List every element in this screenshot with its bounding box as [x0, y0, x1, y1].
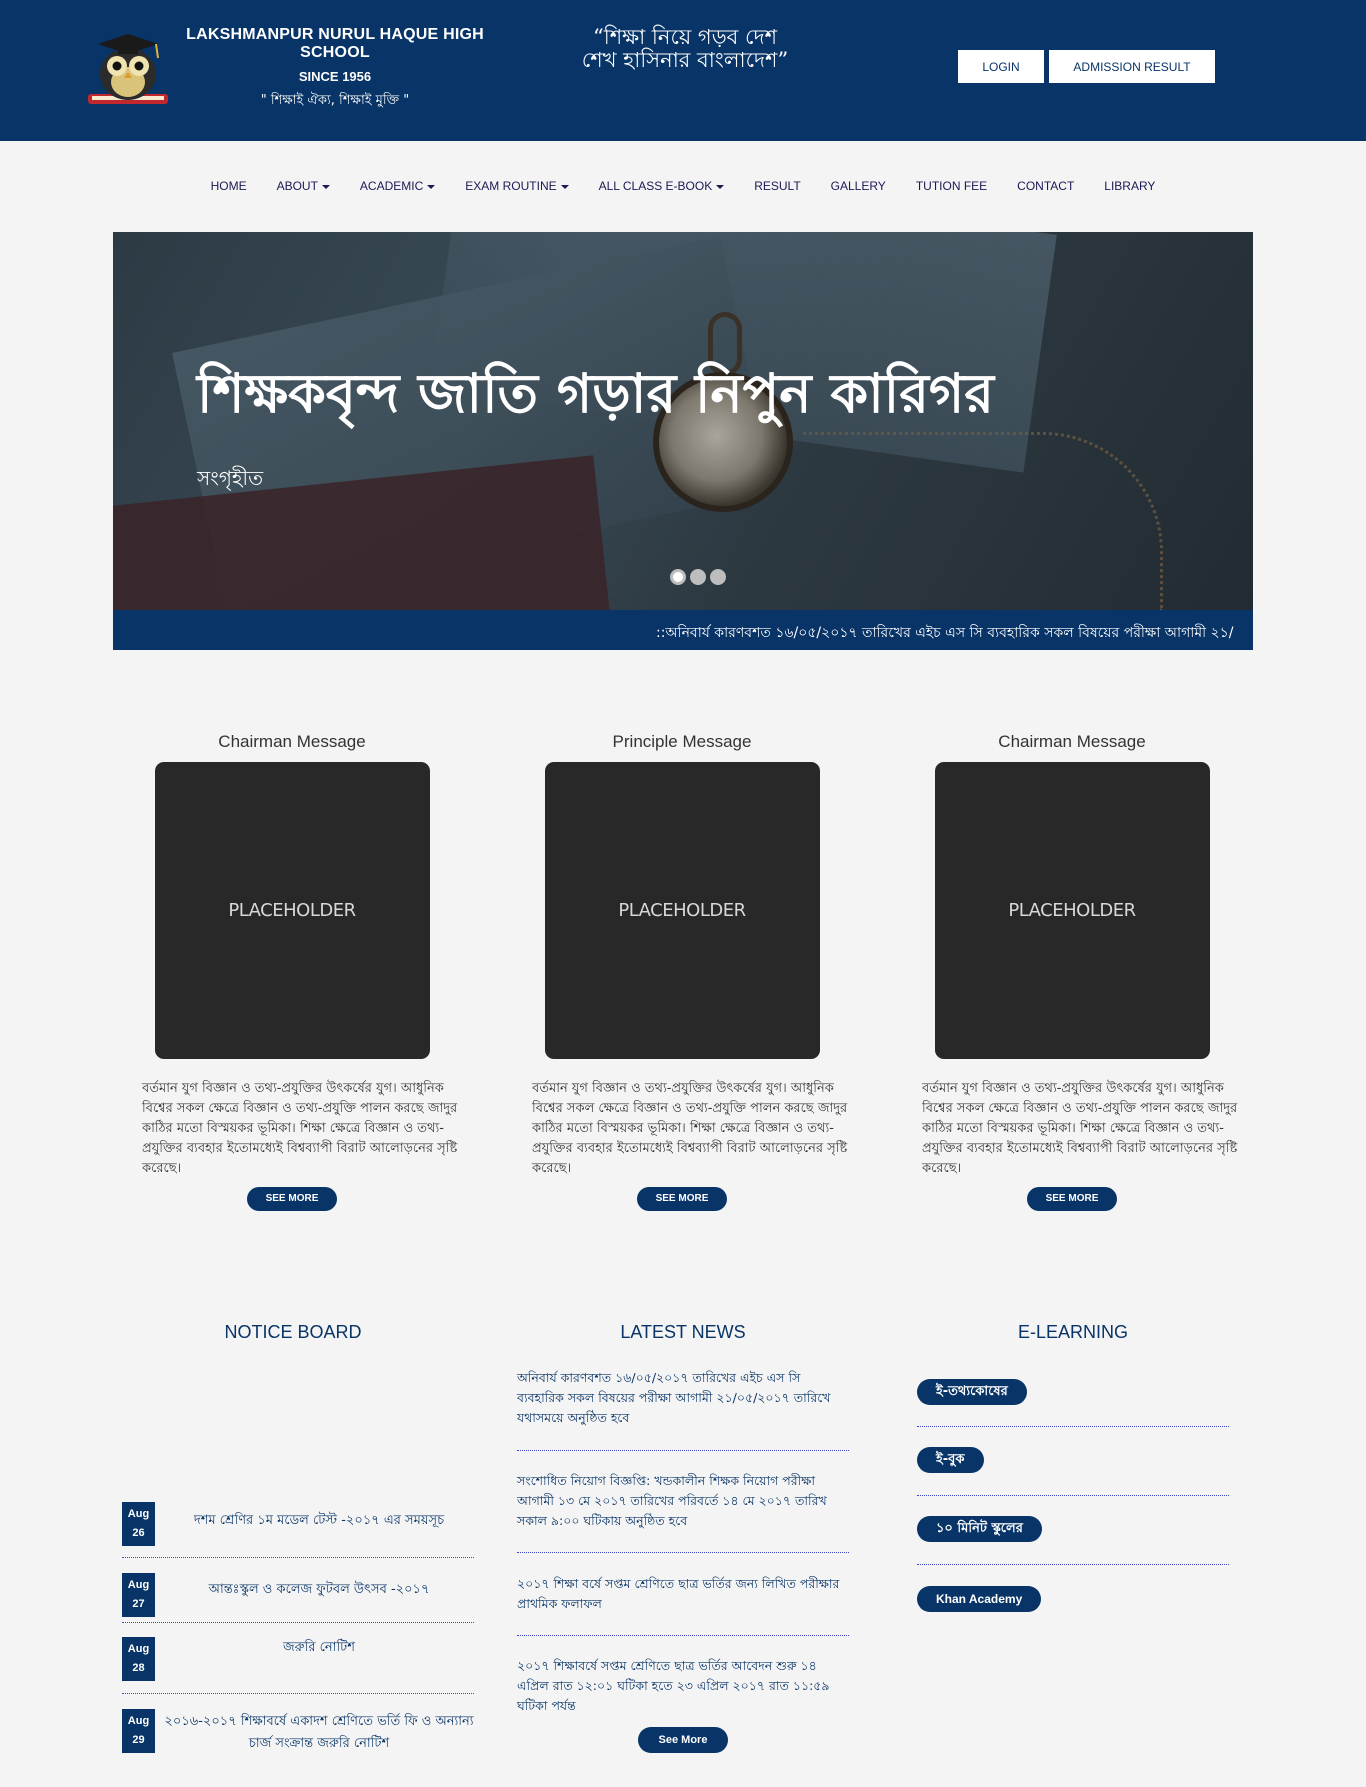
date-day: 26: [132, 1527, 145, 1539]
nav-all-class-ebook[interactable]: ALL CLASS E-BOOK: [584, 170, 740, 202]
nav-label: RESULT: [754, 179, 801, 193]
e-book-button[interactable]: ই-বুক: [917, 1447, 984, 1473]
notice-date: Aug 27: [122, 1573, 155, 1617]
news-see-more-button[interactable]: See More: [638, 1727, 728, 1753]
slider-dot-3[interactable]: [710, 569, 726, 585]
chairman-message-card: Chairman Message PLACEHOLDER বর্তমান যুগ…: [122, 732, 462, 1211]
message-photo: PLACEHOLDER: [544, 762, 820, 1059]
school-name: LAKSHMANPUR NURUL HAQUE HIGH SCHOOL: [186, 26, 484, 61]
nav-label: ACADEMIC: [359, 179, 424, 193]
notice-text[interactable]: জরুরি নোটিশ: [164, 1637, 474, 1659]
message-title: Principle Message: [612, 732, 752, 751]
main-nav: HOME ABOUT ACADEMIC EXAM ROUTINE ALL CLA…: [0, 170, 1366, 202]
hero-slider[interactable]: শিক্ষকবৃন্দ জাতি গড়ার নিপুন কারিগর সংগৃ…: [113, 232, 1253, 610]
notice-item[interactable]: Aug 29 ২০১৬-২০১৭ শিক্ষাবর্ষে একাদশ শ্রেণি…: [122, 1709, 474, 1759]
notice-date: Aug 29: [122, 1709, 155, 1753]
notice-date: Aug 28: [122, 1637, 155, 1681]
caret-down-icon: [716, 184, 725, 189]
notice-text[interactable]: আন্তঃস্কুল ও কলেজ ফুটবল উৎসব -২০১৭: [164, 1579, 474, 1601]
notice-date: Aug 26: [122, 1502, 155, 1546]
message-text: বর্তমান যুগ বিজ্ঞান ও তথ্য-প্রযুক্তির উৎ…: [922, 1081, 1238, 1176]
nav-label: ABOUT: [276, 179, 318, 193]
see-more-button[interactable]: SEE MORE: [247, 1187, 337, 1211]
slider-dots: [670, 569, 726, 585]
ten-minute-school-button[interactable]: ১০ মিনিট স্কুলের: [917, 1516, 1042, 1542]
news-item[interactable]: ২০১৭ শিক্ষা বর্ষে সপ্তম শ্রেণিতে ছাত্র ভ…: [517, 1574, 849, 1636]
notice-item[interactable]: Aug 27 আন্তঃস্কুল ও কলেজ ফুটবল উৎসব -২০১৭: [122, 1573, 474, 1623]
message-text: বর্তমান যুগ বিজ্ঞান ও তথ্য-প্রযুক্তির উৎ…: [142, 1081, 458, 1176]
notice-board-title: NOTICE BOARD: [224, 1322, 362, 1342]
notice-text[interactable]: ২০১৬-২০১৭ শিক্ষাবর্ষে একাদশ শ্রেণিতে ভর্…: [164, 1711, 474, 1755]
principle-message-card: Principle Message PLACEHOLDER বর্তমান যু…: [512, 732, 852, 1211]
date-month: Aug: [127, 1579, 150, 1591]
school-motto: " শিক্ষাই ঐক্য, শিক্ষাই মুক্তি ": [260, 93, 410, 108]
admission-result-button[interactable]: ADMISSION RESULT: [1049, 50, 1215, 83]
watch-chain-image: [803, 432, 1163, 610]
nav-result[interactable]: RESULT: [739, 170, 815, 202]
school-brand: LAKSHMANPUR NURUL HAQUE HIGH SCHOOL SINC…: [150, 26, 520, 112]
notice-text[interactable]: দশম শ্রেণির ১ম মডেল টেস্ট -২০১৭ এর সময়স…: [164, 1510, 474, 1532]
see-more-button[interactable]: SEE MORE: [637, 1187, 727, 1211]
nav-label: TUTION FEE: [915, 179, 988, 193]
nav-label: ALL CLASS E-BOOK: [598, 179, 713, 193]
chairman-message-card: Chairman Message PLACEHOLDER বর্তমান যুগ…: [902, 732, 1242, 1211]
nav-academic[interactable]: ACADEMIC: [345, 170, 450, 202]
nav-exam-routine[interactable]: EXAM ROUTINE: [450, 170, 583, 202]
slider-dot-1[interactable]: [670, 569, 686, 585]
message-photo: PLACEHOLDER: [154, 762, 430, 1059]
caret-down-icon: [560, 184, 569, 189]
nav-label: EXAM ROUTINE: [465, 179, 557, 193]
date-month: Aug: [127, 1715, 150, 1727]
caret-down-icon: [427, 184, 436, 189]
date-day: 27: [132, 1598, 145, 1610]
message-photo: PLACEHOLDER: [934, 762, 1210, 1059]
message-text: বর্তমান যুগ বিজ্ঞান ও তথ্য-প্রযুক্তির উৎ…: [532, 1081, 848, 1176]
nav-label: CONTACT: [1017, 179, 1075, 193]
hero-title: শিক্ষকবৃন্দ জাতি গড়ার নিপুন কারিগর: [197, 362, 995, 425]
news-ticker[interactable]: ::অনিবার্য কারণবশত ১৬/০৫/২০১৭ তারিখের এই…: [113, 610, 1253, 650]
news-item[interactable]: ২০১৭ শিক্ষাবর্ষে সপ্তম শ্রেণিতে ছাত্র ভর…: [517, 1656, 849, 1722]
news-item[interactable]: সংশোধিত নিয়োগ বিজ্ঞপ্তি: খন্ডকালীন শিক্…: [517, 1471, 849, 1553]
latest-news-title: LATEST NEWS: [620, 1322, 746, 1342]
nav-label: LIBRARY: [1104, 179, 1156, 193]
elearning-title: E-LEARNING: [1017, 1322, 1129, 1342]
login-button[interactable]: LOGIN: [958, 50, 1044, 83]
elearning-item: ১০ মিনিট স্কুলের: [917, 1516, 1229, 1565]
nav-library[interactable]: LIBRARY: [1089, 170, 1170, 202]
elearning-item: ই-বুক: [917, 1447, 1229, 1496]
notice-item[interactable]: Aug 28 জরুরি নোটিশ: [122, 1637, 474, 1694]
elearning-item: ই-তথ্যকোষের: [917, 1379, 1229, 1427]
news-item[interactable]: অনিবার্য কারণবশত ১৬/০৫/২০১৭ তারিখের এইচ …: [517, 1368, 849, 1451]
school-since: SINCE 1956: [298, 69, 372, 84]
hero-subtitle: সংগৃহীত: [197, 466, 264, 490]
message-title: Chairman Message: [218, 732, 366, 751]
nav-gallery[interactable]: GALLERY: [816, 170, 901, 202]
date-month: Aug: [127, 1643, 150, 1655]
date-month: Aug: [127, 1508, 150, 1520]
e-tothyokosh-button[interactable]: ই-তথ্যকোষের: [917, 1379, 1027, 1405]
nav-about[interactable]: ABOUT: [262, 170, 345, 202]
notice-item[interactable]: Aug 26 দশম শ্রেণির ১ম মডেল টেস্ট -২০১৭ এর…: [122, 1502, 474, 1558]
slider-dot-2[interactable]: [690, 569, 706, 585]
ticker-text: ::অনিবার্য কারণবশত ১৬/০৫/২০১৭ তারিখের এই…: [656, 625, 1234, 641]
date-day: 29: [132, 1734, 145, 1746]
nav-home[interactable]: HOME: [196, 170, 262, 202]
date-day: 28: [132, 1662, 145, 1674]
elearning-item: Khan Academy: [917, 1586, 1229, 1626]
see-more-button[interactable]: SEE MORE: [1027, 1187, 1117, 1211]
caret-down-icon: [321, 184, 330, 189]
header-slogan: “শিক্ষা নিয়ে গড়ব দেশ শেখ হাসিনার বাংলা…: [581, 25, 789, 72]
message-title: Chairman Message: [998, 732, 1146, 751]
nav-contact[interactable]: CONTACT: [1002, 170, 1089, 202]
top-header: LAKSHMANPUR NURUL HAQUE HIGH SCHOOL SINC…: [0, 0, 1366, 141]
nav-tution-fee[interactable]: TUTION FEE: [901, 170, 1002, 202]
nav-label: GALLERY: [830, 179, 886, 193]
nav-label: HOME: [210, 179, 247, 193]
khan-academy-button[interactable]: Khan Academy: [917, 1586, 1042, 1612]
